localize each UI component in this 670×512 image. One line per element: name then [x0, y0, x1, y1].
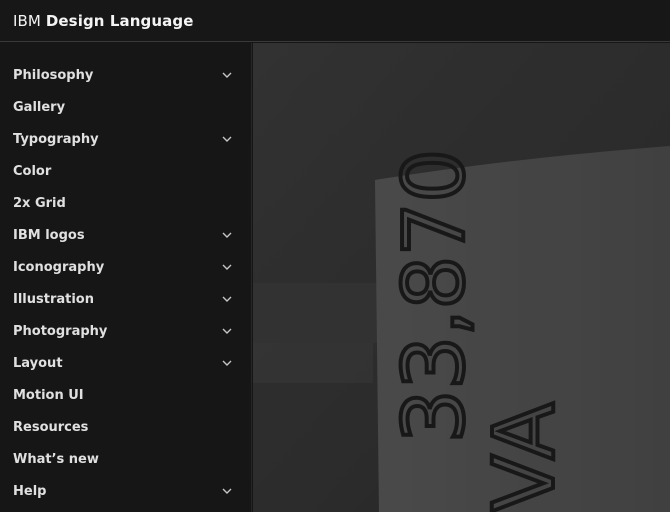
sidebar-item-typography[interactable]: Typography — [0, 123, 251, 155]
chevron-down-icon[interactable] — [221, 229, 233, 241]
sidebar-item-label: Motion UI — [13, 387, 84, 403]
sidebar-item-label: Illustration — [13, 291, 94, 307]
sidebar-item-ibm-logos[interactable]: IBM logos — [0, 219, 251, 251]
sidebar-item-label: Photography — [13, 323, 108, 339]
sidebar-item-label: Typography — [13, 131, 99, 147]
sidebar-item-help[interactable]: Help — [0, 475, 251, 507]
sidebar-item-photography[interactable]: Photography — [0, 315, 251, 347]
sidebar-item-resources[interactable]: Resources — [0, 411, 251, 443]
sidebar-item-layout[interactable]: Layout — [0, 347, 251, 379]
sidebar-item-label: Iconography — [13, 259, 105, 275]
sidebar-item-label: Layout — [13, 355, 63, 371]
sidebar-item-label: Resources — [13, 419, 89, 435]
sidebar-item-iconography[interactable]: Iconography — [0, 251, 251, 283]
chevron-down-icon[interactable] — [221, 133, 233, 145]
sidebar-item-gallery[interactable]: Gallery — [0, 91, 251, 123]
chevron-down-icon[interactable] — [221, 69, 233, 81]
chevron-down-icon[interactable] — [221, 325, 233, 337]
sidebar-item-philosophy[interactable]: Philosophy — [0, 59, 251, 91]
side-navigation: Philosophy Gallery Typography Color 2x Grid I… — [0, 43, 252, 512]
sidebar-item-label: 2x Grid — [13, 195, 66, 211]
chevron-down-icon[interactable] — [221, 485, 233, 497]
chevron-down-icon[interactable] — [221, 261, 233, 273]
brand-ibm: IBM — [13, 11, 41, 30]
sidebar-item-motion-ui[interactable]: Motion UI — [0, 379, 251, 411]
brand-logo-link[interactable]: IBM Design Language — [13, 12, 193, 30]
sidebar-item-what-s-new[interactable]: What’s new — [0, 443, 251, 475]
chevron-down-icon[interactable] — [221, 293, 233, 305]
sidebar-item-label: Gallery — [13, 99, 66, 115]
sidebar-item-label: IBM logos — [13, 227, 85, 243]
sidebar-item-label: What’s new — [13, 451, 99, 467]
sidebar-item-2x-grid[interactable]: 2x Grid — [0, 187, 251, 219]
sidebar-item-label: Color — [13, 163, 52, 179]
sidebar-item-label: Help — [13, 483, 47, 499]
sidebar-item-illustration[interactable]: Illustration — [0, 283, 251, 315]
sidebar-item-color[interactable]: Color — [0, 155, 251, 187]
brand-title: Design Language — [45, 11, 194, 30]
chevron-down-icon[interactable] — [221, 357, 233, 369]
top-header: IBM Design Language — [0, 0, 670, 42]
sidebar-item-label: Philosophy — [13, 67, 94, 83]
nav-list: Philosophy Gallery Typography Color 2x Grid I… — [0, 43, 251, 507]
hero-photo-image: 33,870 VA — [253, 43, 670, 512]
hero-photo: 33,870 VA — [253, 43, 670, 512]
